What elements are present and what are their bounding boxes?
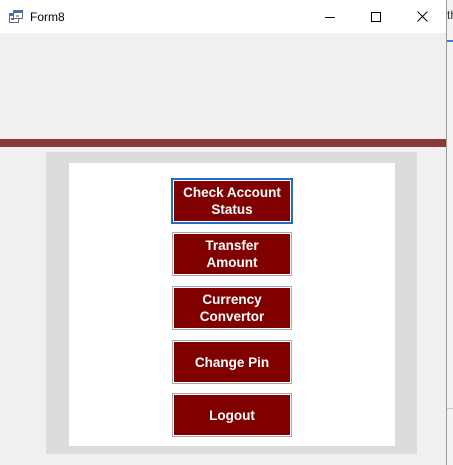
background-window-edge: th	[447, 0, 453, 465]
window-title: Form8	[30, 10, 65, 24]
logout-button[interactable]: Logout	[172, 393, 292, 437]
check-account-status-button[interactable]: Check Account Status	[171, 178, 293, 224]
minimize-button[interactable]	[307, 0, 353, 33]
title-bar[interactable]: Form8	[0, 0, 446, 33]
winforms-app-icon	[9, 10, 23, 23]
close-icon	[416, 11, 428, 22]
close-button[interactable]	[399, 0, 445, 33]
change-pin-button[interactable]: Change Pin	[172, 340, 292, 384]
maximize-icon	[371, 11, 381, 22]
header-accent-bar	[0, 139, 446, 147]
form8-window: Form8 Check Account Status Transfer Amou…	[0, 0, 447, 465]
background-window-accent	[447, 40, 453, 42]
background-window-text: th	[447, 8, 453, 22]
menu-panel: Check Account Status Transfer Amount Cur…	[46, 152, 417, 454]
transfer-amount-button[interactable]: Transfer Amount	[172, 232, 292, 276]
minimize-icon	[325, 16, 335, 18]
maximize-button[interactable]	[353, 0, 399, 33]
background-window-divider	[447, 408, 453, 409]
menu-inner-panel: Check Account Status Transfer Amount Cur…	[69, 163, 395, 446]
currency-convertor-button[interactable]: Currency Convertor	[172, 286, 292, 330]
